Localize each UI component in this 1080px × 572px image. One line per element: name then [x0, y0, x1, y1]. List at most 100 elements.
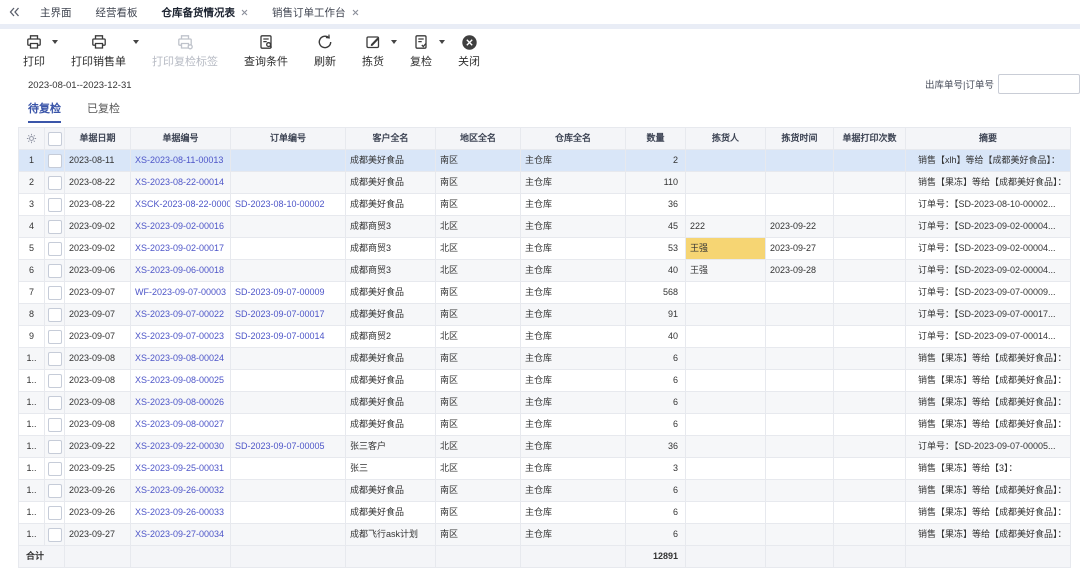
- row-checkbox[interactable]: [47, 374, 62, 388]
- cell-order-no[interactable]: SD-2023-09-07-00014: [231, 326, 346, 347]
- table-row[interactable]: 3 2023-08-22 XSCK-2023-08-22-00001 SD-2023-…: [19, 194, 1071, 216]
- cell-order-no[interactable]: SD-2023-09-07-00009: [231, 282, 346, 303]
- col-customer[interactable]: 客户全名: [346, 128, 436, 149]
- cell-doc-no[interactable]: XS-2023-09-06-00018: [131, 260, 231, 281]
- row-checkbox[interactable]: [47, 484, 62, 498]
- cell-doc-no[interactable]: XS-2023-09-07-00022: [131, 304, 231, 325]
- header-select-all-cell[interactable]: [45, 128, 65, 149]
- cell-doc-no[interactable]: XS-2023-09-27-00034: [131, 524, 231, 545]
- table-row[interactable]: 9 2023-09-07 XS-2023-09-07-00023 SD-2023-09…: [19, 326, 1071, 348]
- recheck-button[interactable]: 复检: [397, 33, 445, 69]
- row-checkbox[interactable]: [47, 286, 62, 300]
- tab-business-dashboard[interactable]: 经营看板: [84, 0, 150, 24]
- header-gear-cell[interactable]: [19, 128, 45, 149]
- row-checkbox-cell[interactable]: [45, 414, 65, 435]
- cell-order-no[interactable]: SD-2023-08-10-00002: [231, 194, 346, 215]
- cell-doc-no[interactable]: XS-2023-09-02-00016: [131, 216, 231, 237]
- row-checkbox-cell[interactable]: [45, 194, 65, 215]
- tab-sales-order-workbench[interactable]: 销售订单工作台: [260, 0, 371, 24]
- close-tab-icon[interactable]: [241, 9, 248, 16]
- cell-doc-no[interactable]: XSCK-2023-08-22-00001: [131, 194, 231, 215]
- table-row[interactable]: 6 2023-09-06 XS-2023-09-06-00018 成都商贸3 北区 主仓库…: [19, 260, 1071, 282]
- row-checkbox[interactable]: [47, 308, 62, 322]
- col-summary[interactable]: 摘要: [906, 128, 1071, 149]
- row-checkbox-cell[interactable]: [45, 260, 65, 281]
- table-row[interactable]: 1.. 2023-09-27 XS-2023-09-27-00034 成都飞行ask计…: [19, 524, 1071, 546]
- col-pick-time[interactable]: 拣货时间: [766, 128, 834, 149]
- col-doc-date[interactable]: 单据日期: [65, 128, 131, 149]
- row-checkbox-cell[interactable]: [45, 216, 65, 237]
- collapse-tabs-button[interactable]: [0, 0, 28, 24]
- table-row[interactable]: 1.. 2023-09-08 XS-2023-09-08-00025 成都美好食品 南区…: [19, 370, 1071, 392]
- table-row[interactable]: 1.. 2023-09-26 XS-2023-09-26-00033 成都美好食品 南区…: [19, 502, 1071, 524]
- cell-doc-no[interactable]: XS-2023-09-08-00026: [131, 392, 231, 413]
- row-checkbox[interactable]: [47, 264, 62, 278]
- row-checkbox[interactable]: [47, 220, 62, 234]
- row-checkbox-cell[interactable]: [45, 480, 65, 501]
- row-checkbox-cell[interactable]: [45, 436, 65, 457]
- row-checkbox[interactable]: [47, 418, 62, 432]
- cell-doc-no[interactable]: XS-2023-09-02-00017: [131, 238, 231, 259]
- row-checkbox[interactable]: [47, 154, 62, 168]
- row-checkbox-cell[interactable]: [45, 172, 65, 193]
- col-doc-no[interactable]: 单据编号: [131, 128, 231, 149]
- col-print-count[interactable]: 单据打印次数: [834, 128, 906, 149]
- row-checkbox-cell[interactable]: [45, 304, 65, 325]
- col-picker[interactable]: 拣货人: [686, 128, 766, 149]
- row-checkbox[interactable]: [47, 242, 62, 256]
- table-row[interactable]: 5 2023-09-02 XS-2023-09-02-00017 成都商贸3 北区 主仓库…: [19, 238, 1071, 260]
- row-checkbox-cell[interactable]: [45, 238, 65, 259]
- table-row[interactable]: 7 2023-09-07 WF-2023-09-07-00003 SD-2023-09…: [19, 282, 1071, 304]
- row-checkbox-cell[interactable]: [45, 348, 65, 369]
- row-checkbox[interactable]: [47, 506, 62, 520]
- print-button[interactable]: 打印: [10, 33, 58, 69]
- row-checkbox[interactable]: [47, 528, 62, 542]
- tab-main-screen[interactable]: 主界面: [28, 0, 84, 24]
- row-checkbox[interactable]: [47, 198, 62, 212]
- table-row[interactable]: 1.. 2023-09-08 XS-2023-09-08-00024 成都美好食品 南区…: [19, 348, 1071, 370]
- row-checkbox[interactable]: [47, 462, 62, 476]
- table-row[interactable]: 1.. 2023-09-22 XS-2023-09-22-00030 SD-2023-…: [19, 436, 1071, 458]
- table-row[interactable]: 8 2023-09-07 XS-2023-09-07-00022 SD-2023-09…: [19, 304, 1071, 326]
- print-sales-order-button[interactable]: 打印销售单: [58, 33, 139, 69]
- col-region[interactable]: 地区全名: [436, 128, 521, 149]
- row-checkbox-cell[interactable]: [45, 524, 65, 545]
- row-checkbox-cell[interactable]: [45, 370, 65, 391]
- cell-doc-no[interactable]: WF-2023-09-07-00003: [131, 282, 231, 303]
- row-checkbox-cell[interactable]: [45, 326, 65, 347]
- row-checkbox[interactable]: [47, 330, 62, 344]
- print-recheck-label-button[interactable]: 打印复检标签: [139, 33, 231, 69]
- row-checkbox-cell[interactable]: [45, 458, 65, 479]
- table-row[interactable]: 4 2023-09-02 XS-2023-09-02-00016 成都商贸3 北区 主仓库…: [19, 216, 1071, 238]
- row-checkbox-cell[interactable]: [45, 150, 65, 171]
- cell-order-no[interactable]: SD-2023-09-07-00005: [231, 436, 346, 457]
- row-checkbox-cell[interactable]: [45, 502, 65, 523]
- table-row[interactable]: 2 2023-08-22 XS-2023-08-22-00014 成都美好食品 南区 主仓…: [19, 172, 1071, 194]
- cell-order-no[interactable]: SD-2023-09-07-00017: [231, 304, 346, 325]
- cell-doc-no[interactable]: XS-2023-08-11-00013: [131, 150, 231, 171]
- table-row[interactable]: 1.. 2023-09-25 XS-2023-09-25-00031 张三 北区 主仓库 3…: [19, 458, 1071, 480]
- row-checkbox[interactable]: [47, 440, 62, 454]
- close-button[interactable]: 关闭: [445, 33, 493, 69]
- table-row[interactable]: 1.. 2023-09-26 XS-2023-09-26-00032 成都美好食品 南区…: [19, 480, 1071, 502]
- date-range-filter[interactable]: 2023-08-01--2023-12-31: [28, 80, 132, 91]
- cell-doc-no[interactable]: XS-2023-09-08-00024: [131, 348, 231, 369]
- col-order-no[interactable]: 订单编号: [231, 128, 346, 149]
- table-row[interactable]: 1.. 2023-09-08 XS-2023-09-08-00026 成都美好食品 南区…: [19, 392, 1071, 414]
- query-conditions-button[interactable]: 查询条件: [231, 33, 301, 69]
- cell-doc-no[interactable]: XS-2023-08-22-00014: [131, 172, 231, 193]
- close-tab-icon[interactable]: [352, 9, 359, 16]
- row-checkbox[interactable]: [47, 176, 62, 190]
- tab-pending-recheck[interactable]: 待复检: [28, 100, 61, 123]
- col-warehouse[interactable]: 仓库全名: [521, 128, 626, 149]
- cell-doc-no[interactable]: XS-2023-09-26-00033: [131, 502, 231, 523]
- cell-doc-no[interactable]: XS-2023-09-25-00031: [131, 458, 231, 479]
- col-qty[interactable]: 数量: [626, 128, 686, 149]
- row-checkbox-cell[interactable]: [45, 392, 65, 413]
- pick-button[interactable]: 拣货: [349, 33, 397, 69]
- table-row[interactable]: 1.. 2023-09-08 XS-2023-09-08-00027 成都美好食品 南区…: [19, 414, 1071, 436]
- cell-doc-no[interactable]: XS-2023-09-26-00032: [131, 480, 231, 501]
- table-row[interactable]: 1 2023-08-11 XS-2023-08-11-00013 成都美好食品 南区 主仓…: [19, 150, 1071, 172]
- cell-doc-no[interactable]: XS-2023-09-22-00030: [131, 436, 231, 457]
- tab-rechecked[interactable]: 已复检: [87, 100, 120, 123]
